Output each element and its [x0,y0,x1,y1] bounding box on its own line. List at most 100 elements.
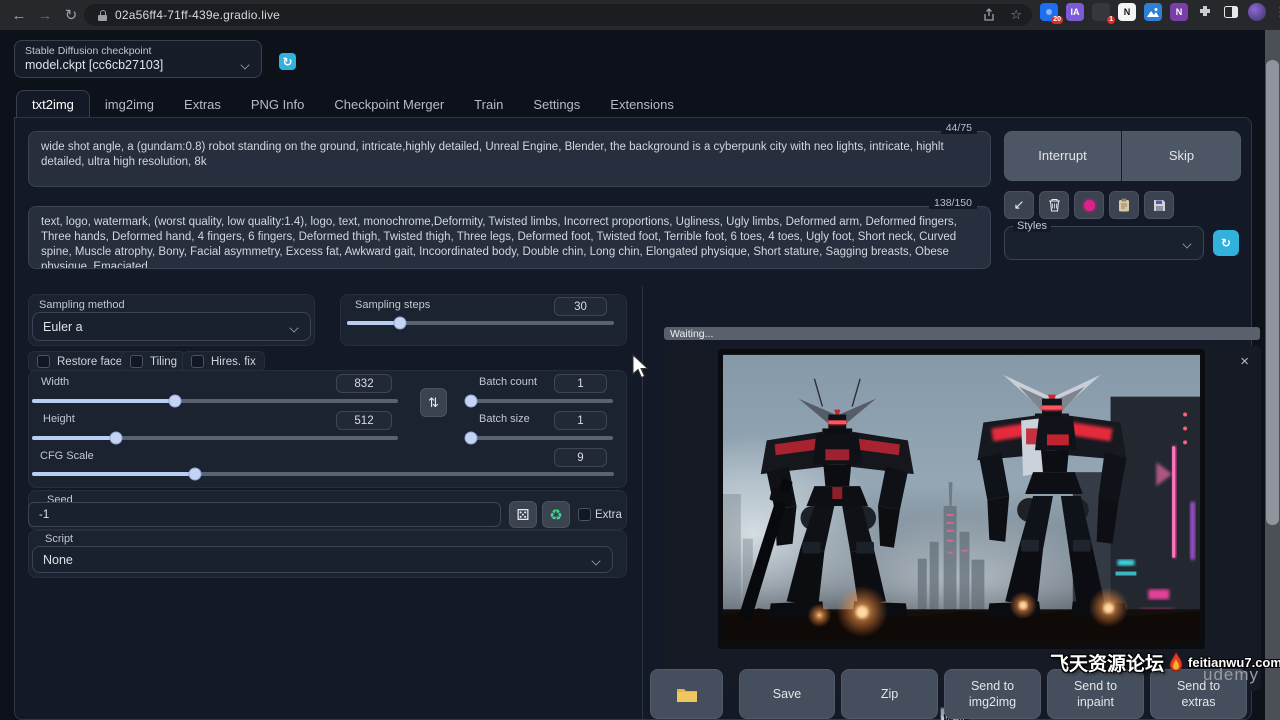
batch-count-input[interactable]: 1 [554,374,607,393]
extra-seed-checkbox[interactable] [578,508,591,521]
hires-fix-label: Hires. fix [211,356,256,368]
bookmark-star-icon[interactable]: ☆ [1010,7,1022,23]
tab-extras[interactable]: Extras [169,91,236,118]
width-label: Width [41,376,69,388]
prompt-field-wrap: wide shot angle, a (gundam:0.8) robot st… [28,131,991,187]
page-scrollbar-thumb[interactable] [1266,60,1279,525]
tab-png-info[interactable]: PNG Info [236,91,319,118]
result-gallery: × [664,346,1261,691]
flame-icon [1166,651,1186,675]
tiling-label: Tiling [150,356,177,368]
mouse-cursor [632,354,650,380]
clipboard-icon [1118,198,1130,212]
floppy-save-icon [1153,199,1166,212]
height-label: Height [43,413,75,425]
extension-icon[interactable]: N [1118,3,1136,21]
hires-fix-option[interactable]: Hires. fix [182,351,265,372]
chevron-down-icon [290,324,300,330]
cfg-scale-label: CFG Scale [40,450,94,462]
checkpoint-dropdown[interactable]: Stable Diffusion checkpoint model.ckpt [… [14,40,262,78]
swap-dimensions-button[interactable]: ⇅ [420,388,447,417]
open-folder-button[interactable] [650,669,723,719]
screen: ← → ↻ 02a56ff4-71ff-439e.gradio.live ☆ 2… [0,0,1280,720]
browser-menu-icon[interactable]: ⋮ [1274,4,1280,20]
tab-txt2img[interactable]: txt2img [16,90,90,118]
batch-size-slider[interactable] [467,431,613,445]
interrupt-button[interactable]: Interrupt [1004,131,1121,181]
sampling-method-dropdown[interactable]: Euler a [32,312,311,341]
apply-styles-button[interactable] [1109,191,1139,219]
refresh-checkpoints-button[interactable]: ↻ [279,53,296,70]
width-input[interactable]: 832 [336,374,392,393]
tab-extensions[interactable]: Extensions [595,91,689,118]
share-icon[interactable] [982,8,996,22]
tiling-option[interactable]: Tiling [121,351,186,372]
browser-reload-icon[interactable]: ↻ [60,4,82,26]
height-slider[interactable] [32,431,398,445]
extension-badge: 1 [1107,16,1115,24]
extension-icon[interactable] [1144,3,1162,21]
zip-button[interactable]: Zip [841,669,938,719]
batch-size-input[interactable]: 1 [554,411,607,430]
close-preview-icon[interactable]: × [1240,354,1249,369]
script-value: None [43,553,73,567]
lock-icon [98,10,107,21]
tab-checkpoint-merger[interactable]: Checkpoint Merger [319,91,459,118]
styles-dropdown[interactable]: Styles [1004,226,1204,260]
sampling-method-label: Sampling method [39,299,125,311]
reuse-seed-button[interactable]: ♻ [542,501,570,528]
site-watermark: 飞天资源论坛 feitianwu7.com [1050,649,1280,676]
watermark-site: feitianwu7.com [1188,655,1280,670]
seed-value: -1 [39,509,49,521]
send-to-img2img-button[interactable]: Send to img2img [944,669,1041,719]
sampling-method-value: Euler a [43,320,83,334]
seed-input[interactable]: -1 [28,502,501,527]
sampling-steps-input[interactable]: 30 [554,297,607,316]
extra-networks-button[interactable] [1074,191,1104,219]
gundam-preview-image [723,354,1200,644]
tab-img2img[interactable]: img2img [90,91,169,118]
tab-settings[interactable]: Settings [518,91,595,118]
progress-status: Waiting... [664,327,1260,340]
extension-badge: 20 [1051,16,1063,24]
browser-forward-icon[interactable]: → [34,4,56,26]
browser-back-icon[interactable]: ← [8,4,30,26]
puzzle-extensions-icon[interactable] [1196,3,1214,21]
status-text: Waiting... [670,328,713,340]
negative-token-counter: 138/150 [929,197,977,209]
profile-avatar[interactable] [1248,3,1266,21]
width-slider[interactable] [32,394,398,408]
cfg-scale-slider[interactable] [32,467,614,481]
extra-networks-icon [1084,200,1095,211]
send-to-inpaint-button[interactable]: Send to inpaint [1047,669,1144,719]
clear-prompt-button[interactable] [1039,191,1069,219]
refresh-styles-button[interactable]: ↻ [1213,230,1239,256]
save-button[interactable]: Save [739,669,835,719]
address-bar[interactable]: 02a56ff4-71ff-439e.gradio.live ☆ [84,4,1032,26]
tab-train[interactable]: Train [459,91,518,118]
extension-icon[interactable]: N [1170,3,1188,21]
chevron-down-icon [241,61,251,67]
random-seed-button[interactable]: ⚄ [509,501,537,528]
cfg-scale-input[interactable]: 9 [554,448,607,467]
generated-image[interactable] [718,349,1205,649]
sampling-steps-slider[interactable] [347,316,614,330]
url-text[interactable]: 02a56ff4-71ff-439e.gradio.live [115,8,280,22]
tiling-checkbox[interactable] [130,355,143,368]
batch-count-slider[interactable] [467,394,613,408]
extension-icon[interactable]: 20 [1040,3,1058,21]
restore-faces-checkbox[interactable] [37,355,50,368]
prompt-textarea[interactable]: wide shot angle, a (gundam:0.8) robot st… [28,131,991,187]
extension-icon[interactable]: IA [1066,3,1084,21]
extension-icon[interactable]: 1 [1092,3,1110,21]
negative-prompt-textarea[interactable]: text, logo, watermark, (worst quality, l… [28,206,991,269]
hires-fix-checkbox[interactable] [191,355,204,368]
watermark-text: 飞天资源论坛 [1050,649,1164,676]
skip-button[interactable]: Skip [1122,131,1241,181]
paste-params-button[interactable]: ↙ [1004,191,1034,219]
sampling-steps-label: Sampling steps [355,299,430,311]
sidebar-toggle-icon[interactable] [1222,3,1240,21]
height-input[interactable]: 512 [336,411,392,430]
save-style-button[interactable] [1144,191,1174,219]
script-dropdown[interactable]: None [32,546,613,573]
